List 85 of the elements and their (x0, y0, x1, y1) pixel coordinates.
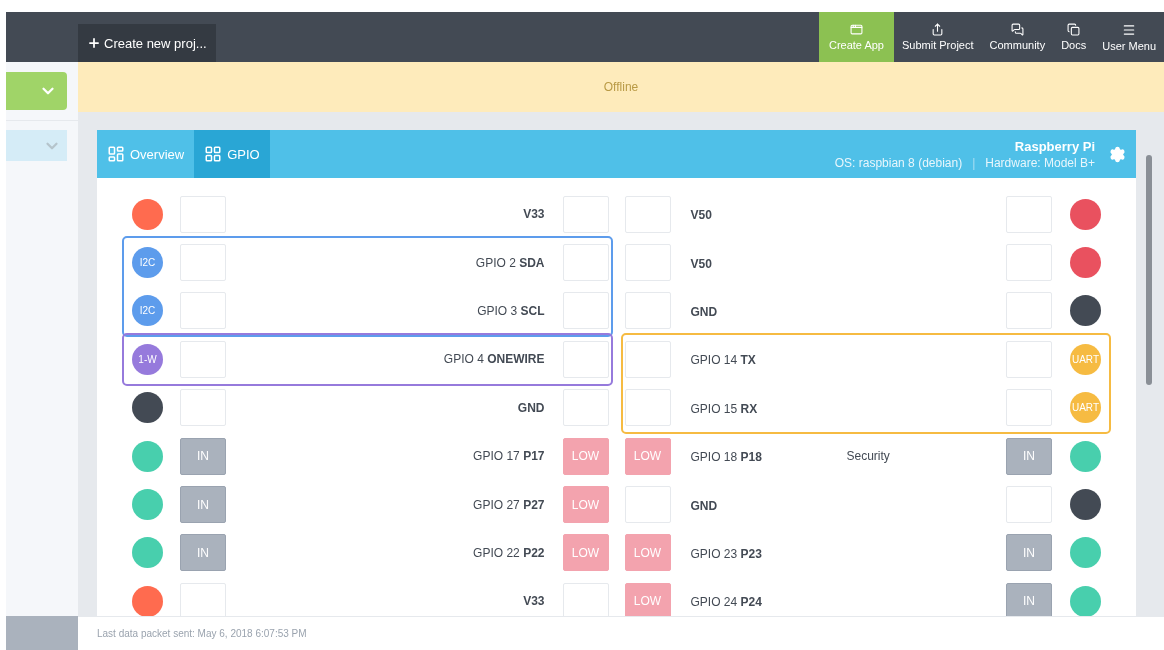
share-icon (931, 23, 945, 36)
empty-slot (624, 244, 671, 282)
nav-item[interactable]: Docs (1053, 12, 1095, 62)
value-button[interactable]: LOW (562, 486, 609, 524)
dashboard-icon (107, 145, 125, 163)
empty-slot (624, 389, 671, 427)
pin-label: GPIO 23 P23 (690, 546, 762, 561)
mode-button[interactable]: IN (180, 486, 226, 524)
pin-label: GPIO 18 P18 (690, 450, 762, 465)
empty-slot (562, 244, 609, 282)
pin-label: GND (690, 304, 718, 319)
pin-label: GPIO 24 P24 (690, 595, 762, 610)
value-button[interactable]: LOW (562, 437, 609, 475)
status-text: Last data packet sent: May 6, 2018 6:07:53 PM (78, 616, 1164, 650)
plus-icon (87, 36, 101, 50)
empty-slot (624, 292, 671, 330)
empty-slot (1006, 486, 1052, 524)
documents-icon (1067, 23, 1081, 36)
os-info: OS: raspbian 8 (debian) (834, 155, 963, 170)
pin-label: GPIO 17 P17 (473, 449, 545, 464)
pin-label: GND (690, 498, 718, 513)
value-button[interactable]: LOW (624, 437, 671, 475)
value-button[interactable]: LOW (624, 582, 671, 616)
scrollbar-thumb[interactable] (1146, 155, 1152, 385)
empty-slot (1006, 292, 1052, 330)
settings-icon[interactable] (1109, 145, 1126, 163)
empty-slot (624, 195, 671, 233)
menu-icon (1122, 22, 1137, 37)
pin-label: V50 (690, 208, 712, 223)
device-dropdown[interactable] (6, 130, 67, 161)
mode-button[interactable]: IN (180, 534, 226, 572)
empty-slot (624, 486, 671, 524)
empty-slot (562, 292, 609, 330)
pin-label: GPIO 3 SCL (477, 303, 545, 318)
pin-label: GPIO 27 P27 (473, 497, 545, 512)
mode-button[interactable]: IN (1006, 582, 1052, 616)
pin-label: GPIO 15 RX (690, 401, 758, 416)
pin-badge: I2C (132, 295, 163, 327)
nav-item[interactable]: Create App (818, 12, 894, 62)
offline-banner: Offline (78, 62, 1164, 112)
empty-slot (180, 195, 226, 233)
separator: | (972, 155, 976, 170)
pin-label: V33 (523, 594, 545, 609)
pin-label: GPIO 4 ONEWIRE (443, 352, 545, 367)
pin-badge: UART (1070, 392, 1101, 424)
pin-label: GPIO 2 SDA (475, 255, 545, 270)
tab[interactable]: GPIO (194, 130, 270, 178)
nav-item[interactable]: Community (981, 12, 1054, 62)
mode-button[interactable]: IN (1006, 534, 1052, 572)
mode-button[interactable]: IN (180, 437, 226, 475)
tab[interactable]: Overview (97, 130, 195, 178)
nav-item[interactable]: Submit Project (894, 12, 982, 62)
empty-slot (180, 389, 226, 427)
pin-label: GND (517, 400, 545, 415)
empty-slot (180, 340, 226, 378)
pin-badge: UART (1070, 343, 1101, 375)
sidebar-footer (6, 616, 78, 650)
empty-slot (1006, 195, 1052, 233)
empty-slot (180, 292, 226, 330)
pin-label: GPIO 14 TX (690, 353, 756, 368)
grid-icon (204, 145, 223, 163)
empty-slot (562, 389, 609, 427)
pin-badge: I2C (132, 247, 163, 279)
hardware-info: Hardware: Model B+ (985, 155, 1095, 170)
empty-slot (180, 244, 226, 282)
mode-button[interactable]: IN (1006, 437, 1052, 475)
chat-icon (1010, 23, 1024, 36)
pin-badge: 1-W (132, 343, 163, 375)
pin-label: GPIO 22 P22 (473, 545, 545, 560)
nav-item[interactable]: User Menu (1094, 12, 1164, 62)
create-project-button[interactable]: Create new proj... (78, 24, 216, 62)
value-button[interactable]: LOW (562, 534, 609, 572)
window-icon (849, 23, 863, 36)
empty-slot (562, 195, 609, 233)
device-name: Raspberry Pi (1014, 138, 1095, 154)
empty-slot (1006, 340, 1052, 378)
empty-slot (1006, 244, 1052, 282)
pin-label: V33 (523, 207, 545, 222)
pin-note: Security (846, 449, 890, 464)
pin-label: V50 (690, 256, 712, 271)
empty-slot (624, 340, 671, 378)
project-dropdown[interactable] (6, 72, 67, 110)
empty-slot (1006, 389, 1052, 427)
empty-slot (562, 340, 609, 378)
value-button[interactable]: LOW (624, 534, 671, 572)
